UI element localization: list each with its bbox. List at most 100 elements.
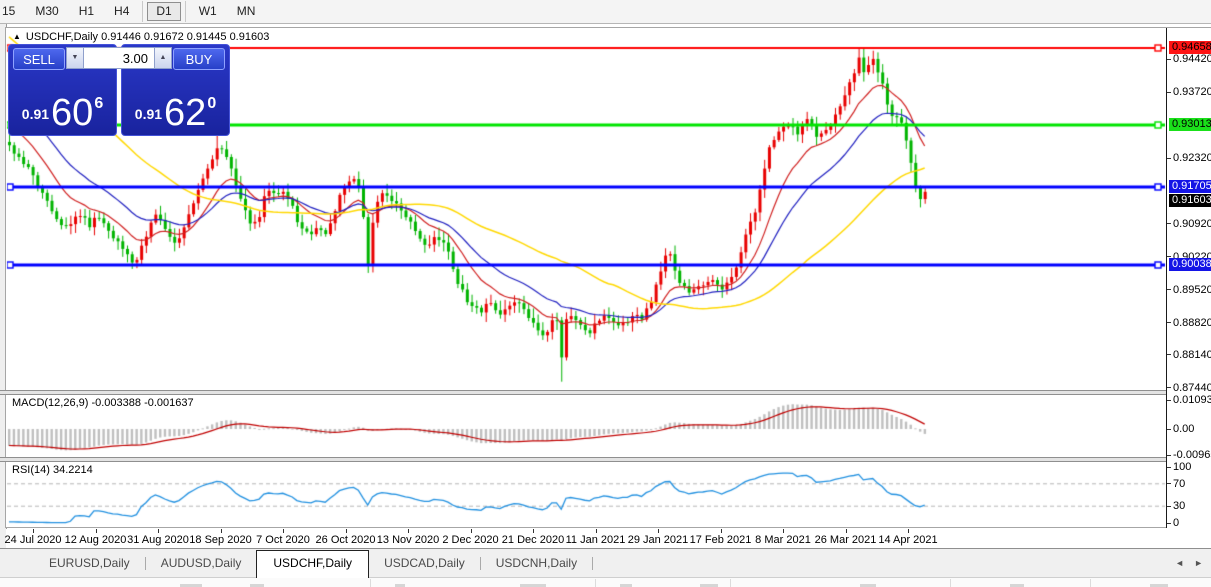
macd-axis-value: -0.009653 — [1173, 449, 1211, 461]
date-axis-label: 31 Aug 2020 — [127, 534, 189, 546]
tick-dash-icon — [1167, 523, 1171, 524]
timeframe-w1-button[interactable]: W1 — [190, 2, 226, 21]
rsi-axis-value: 70 — [1173, 478, 1185, 490]
timeframe-m30-button[interactable]: M30 — [26, 2, 67, 21]
rsi-indicator-label: RSI(14) 34.2214 — [12, 464, 93, 476]
tab-eurusd[interactable]: EURUSD,Daily — [34, 551, 145, 575]
date-tick-dash — [908, 529, 909, 533]
date-tick-dash — [783, 529, 784, 533]
tab-usdcnh[interactable]: USDCNH,Daily — [481, 551, 592, 575]
price-axis-tick: 0.93720 — [1167, 86, 1211, 98]
mt4-terminal-window: 15M30H1H4 D1 W1MN ▲ USDCHF,Daily 0.91446 0.… — [0, 0, 1211, 587]
price-axis-tick-label: 0.87440 — [1173, 382, 1211, 394]
macd-indicator-label: MACD(12,26,9) -0.003388 -0.001637 — [12, 397, 194, 409]
rsi-axis-label: 0 — [1167, 517, 1179, 529]
price-axis-tick-label: 0.93720 — [1173, 86, 1211, 98]
tick-dash-icon — [1167, 256, 1171, 257]
buy-button[interactable]: BUY — [173, 48, 225, 70]
tab-scroll-right-icon[interactable]: ► — [1194, 558, 1203, 568]
volume-input[interactable] — [84, 47, 154, 69]
tick-dash-icon — [1167, 92, 1171, 93]
date-tick-dash — [533, 529, 534, 533]
tick-dash-icon — [1167, 158, 1171, 159]
price-axis-tick-label: 0.88820 — [1173, 317, 1211, 329]
price-axis-tick: 0.90920 — [1167, 218, 1211, 230]
tick-dash-icon — [1167, 400, 1171, 401]
hline-price-label: 0.90038 — [1169, 258, 1211, 271]
date-tick-dash — [158, 529, 159, 533]
date-tick-dash — [283, 529, 284, 533]
tab-separator — [592, 557, 593, 570]
partial-bottom-row — [0, 577, 1211, 587]
macd-axis-value: 0.00 — [1173, 423, 1194, 435]
rsi-axis-value: 30 — [1173, 500, 1185, 512]
date-tick-dash — [346, 529, 347, 533]
date-axis-label: 7 Oct 2020 — [256, 534, 310, 546]
date-tick-dash — [96, 529, 97, 533]
chart-title: ▲ USDCHF,Daily 0.91446 0.91672 0.91445 0.… — [13, 31, 269, 43]
price-axis-tick: 0.89520 — [1167, 284, 1211, 296]
timeframe-mn-button[interactable]: MN — [228, 2, 265, 21]
rsi-axis-value: 100 — [1173, 461, 1191, 473]
tick-dash-icon — [1167, 506, 1171, 507]
one-click-trading-panel: SELL 0.91 60 6 BUY 0.91 62 0 ▼ ▲ — [8, 44, 230, 136]
tick-dash-icon — [1167, 387, 1171, 388]
price-axis-tick: 0.92320 — [1167, 152, 1211, 164]
date-axis-label: 29 Jan 2021 — [628, 534, 689, 546]
date-tick-dash — [408, 529, 409, 533]
date-axis-label: 8 Mar 2021 — [755, 534, 811, 546]
volume-increase-button[interactable]: ▲ — [154, 47, 172, 69]
date-tick-dash — [658, 529, 659, 533]
timeframe-15-button[interactable]: 15 — [0, 2, 24, 21]
timeframe-h4-button[interactable]: H4 — [105, 2, 138, 21]
timeframe-h1-button[interactable]: H1 — [70, 2, 103, 21]
tab-usdchf[interactable]: USDCHF,Daily — [256, 550, 369, 578]
date-axis[interactable]: 24 Jul 202012 Aug 202031 Aug 202018 Sep … — [6, 529, 1166, 548]
tick-dash-icon — [1167, 467, 1171, 468]
price-axis-tick-label: 0.94420 — [1173, 53, 1211, 65]
tick-dash-icon — [1167, 483, 1171, 484]
date-tick-dash — [846, 529, 847, 533]
sell-button[interactable]: SELL — [13, 48, 65, 70]
sell-price-display: 0.91 60 6 — [9, 97, 116, 129]
toolbar-separator — [185, 1, 186, 22]
macd-axis-label: 0.00 — [1167, 423, 1194, 435]
date-axis-label: 21 Dec 2020 — [502, 534, 564, 546]
date-axis-label: 11 Jan 2021 — [566, 534, 626, 546]
price-axis-tick-label: 0.89520 — [1173, 284, 1211, 296]
date-axis-label: 18 Sep 2020 — [189, 534, 251, 546]
tab-scroll-left-icon[interactable]: ◄ — [1175, 558, 1184, 568]
hline-price-label: 0.91705 — [1169, 180, 1211, 193]
macd-axis-label: 0.010933 — [1167, 394, 1211, 406]
tick-dash-icon — [1167, 354, 1171, 355]
toolbar-separator — [142, 1, 143, 22]
date-axis-label: 12 Aug 2020 — [65, 534, 127, 546]
rsi-axis-value: 0 — [1173, 517, 1179, 529]
partial-row-separator — [1090, 579, 1091, 587]
timeframe-toolbar: 15M30H1H4 D1 W1MN — [0, 0, 1211, 24]
date-axis-label: 24 Jul 2020 — [5, 534, 62, 546]
buy-price-display: 0.91 62 0 — [122, 97, 229, 129]
date-tick-dash — [33, 529, 34, 533]
price-axis-tick: 0.88140 — [1167, 349, 1211, 361]
hline-price-label: 0.93013 — [1169, 118, 1211, 131]
macd-axis-label: -0.009653 — [1167, 449, 1211, 461]
date-axis-label: 17 Feb 2021 — [690, 534, 752, 546]
rsi-axis-label: 100 — [1167, 461, 1191, 473]
volume-spinner: ▼ ▲ — [66, 47, 172, 69]
timeframe-d1-button[interactable]: D1 — [147, 2, 180, 21]
macd-axis-value: 0.010933 — [1173, 394, 1211, 406]
chart-tab-bar: EURUSD,DailyAUDUSD,DailyUSDCHF,DailyUSDC… — [0, 548, 1211, 577]
price-axis-tick-label: 0.92320 — [1173, 152, 1211, 164]
partial-row-separator — [950, 579, 951, 587]
tab-audusd[interactable]: AUDUSD,Daily — [146, 551, 257, 575]
price-axis[interactable]: 0.944200.937200.923200.909200.902200.895… — [1167, 28, 1211, 528]
chart-ohlc-values: 0.91446 0.91672 0.91445 0.91603 — [101, 31, 269, 43]
collapse-panel-icon[interactable]: ▲ — [13, 32, 21, 41]
chart-symbol-label: USDCHF,Daily — [26, 31, 98, 43]
volume-decrease-button[interactable]: ▼ — [66, 47, 84, 69]
tab-usdcad[interactable]: USDCAD,Daily — [369, 551, 480, 575]
date-axis-label: 26 Mar 2021 — [815, 534, 877, 546]
date-axis-label: 2 Dec 2020 — [442, 534, 498, 546]
rsi-axis-label: 70 — [1167, 478, 1185, 490]
